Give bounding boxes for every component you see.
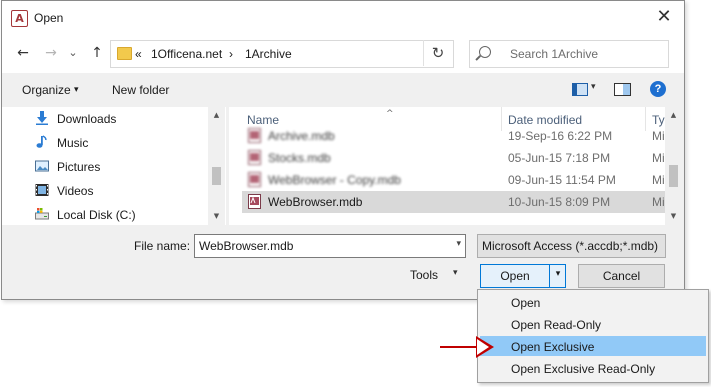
navigation-pane: Downloads Music Pictures Videos Local Di… [2, 107, 226, 225]
menu-item-label: Open Read-Only [511, 318, 602, 332]
menu-item-open-exclusive[interactable]: Open Exclusive [480, 336, 706, 356]
file-list: Name ^ Date modified Typ Archive.mdb 19-… [229, 107, 682, 225]
breadcrumb-item-1officena[interactable]: 1Officena.net [151, 47, 222, 61]
up-arrow-icon[interactable]: ↑ [88, 44, 106, 62]
scrollbar-thumb[interactable] [669, 165, 678, 187]
file-name-value: WebBrowser.mdb [199, 239, 294, 253]
file-name: WebBrowser.mdb [268, 195, 363, 209]
sidebar-item-label: Music [57, 136, 89, 150]
file-type-select[interactable]: Microsoft Access (*.accdb;*.mdb) [477, 234, 666, 258]
tools-button[interactable]: Tools [410, 268, 438, 282]
open-split-button[interactable]: Open ▾ [480, 264, 566, 288]
file-row[interactable]: Archive.mdb 19-Sep-16 6:22 PM Mi [242, 125, 666, 147]
command-toolbar: Organize ▾ New folder ▾ ? [2, 73, 684, 107]
scroll-up-icon[interactable]: ▲ [208, 109, 225, 121]
annotation-arrow-icon [476, 336, 494, 358]
download-icon [36, 111, 48, 125]
breadcrumb-overflow[interactable]: « [135, 47, 142, 61]
file-date: 09-Jun-15 11:54 PM [508, 173, 616, 187]
breadcrumb-separator: › [229, 47, 233, 61]
sidebar-item-label: Pictures [57, 160, 101, 174]
change-view-icon[interactable] [572, 83, 588, 96]
menu-item-label: Open Exclusive [511, 340, 595, 354]
scroll-down-icon[interactable]: ▼ [665, 210, 682, 222]
file-row[interactable]: Stocks.mdb 05-Jun-15 7:18 PM Mi [242, 147, 666, 169]
access-file-icon [248, 128, 261, 143]
sidebar-item-label: Downloads [57, 112, 117, 126]
scroll-up-icon[interactable]: ▲ [665, 109, 682, 121]
chevron-down-icon[interactable]: ▾ [456, 239, 461, 249]
open-button-label[interactable]: Open [481, 269, 549, 283]
search-input-placeholder[interactable]: Search 1Archive [510, 47, 598, 61]
menu-item-label: Open [511, 296, 541, 310]
folder-icon [117, 47, 132, 60]
preview-pane-icon[interactable] [614, 83, 631, 96]
file-date: 10-Jun-15 8:09 PM [508, 195, 611, 209]
drive-icon [35, 208, 49, 220]
cancel-button[interactable]: Cancel [578, 264, 665, 288]
menu-item-open-exclusive-read-only[interactable]: Open Exclusive Read-Only [480, 358, 706, 378]
organize-button[interactable]: Organize [22, 83, 71, 97]
open-options-chevron-icon[interactable]: ▾ [551, 269, 565, 279]
dialog-footer: File name: WebBrowser.mdb ▾ Microsoft Ac… [2, 225, 684, 299]
navigation-pane-scrollbar[interactable]: ▲ ▼ [208, 107, 225, 225]
new-folder-button[interactable]: New folder [112, 83, 169, 97]
videos-icon [35, 184, 49, 196]
forward-arrow-icon[interactable]: → [42, 44, 60, 62]
close-icon[interactable]: ✕ [652, 5, 676, 29]
file-name-label: File name: [134, 239, 191, 253]
access-file-icon [248, 150, 261, 165]
sidebar-item-label: Local Disk (C:) [57, 208, 136, 222]
open-dialog: A Open ✕ ← → ⌄ ↑ « 1Officena.net › 1Arch… [1, 0, 685, 300]
open-options-menu: Open Open Read-Only Open Exclusive Open … [477, 289, 709, 383]
search-icon [479, 46, 491, 58]
file-date: 05-Jun-15 7:18 PM [508, 151, 611, 165]
refresh-icon[interactable]: ↻ [423, 40, 452, 66]
address-bar[interactable]: « 1Officena.net › 1Archive [110, 40, 454, 68]
scrollbar-thumb[interactable] [212, 167, 221, 185]
file-name: Stocks.mdb [268, 151, 331, 165]
annotation-arrow-shaft [440, 346, 480, 348]
file-date: 19-Sep-16 6:22 PM [508, 129, 613, 143]
organize-chevron-icon[interactable]: ▾ [74, 84, 79, 95]
cancel-button-label: Cancel [602, 269, 641, 283]
access-app-icon: A [11, 10, 28, 27]
file-row[interactable]: WebBrowser - Copy.mdb 09-Jun-15 11:54 PM… [242, 169, 666, 191]
menu-item-label: Open Exclusive Read-Only [511, 362, 656, 376]
file-type-value: Microsoft Access (*.accdb;*.mdb) [482, 239, 659, 253]
menu-item-open-read-only[interactable]: Open Read-Only [480, 314, 706, 334]
recent-locations-chevron-icon[interactable]: ⌄ [64, 44, 82, 62]
sort-ascending-icon: ^ [386, 109, 394, 119]
search-box[interactable]: Search 1Archive [469, 40, 669, 68]
file-name: WebBrowser - Copy.mdb [268, 173, 401, 187]
music-icon [36, 135, 47, 148]
file-row-selected[interactable]: WebBrowser.mdb 10-Jun-15 8:09 PM Mi [242, 191, 666, 213]
access-file-icon [248, 172, 261, 187]
file-name: Archive.mdb [268, 129, 335, 143]
scroll-down-icon[interactable]: ▼ [208, 210, 225, 222]
title-bar: A Open ✕ [2, 1, 684, 35]
split-divider [549, 265, 550, 287]
access-file-icon [248, 194, 261, 209]
breadcrumb-item-1archive[interactable]: 1Archive [245, 47, 292, 61]
pictures-icon [35, 160, 49, 172]
file-name-field[interactable]: WebBrowser.mdb ▾ [194, 234, 466, 258]
back-arrow-icon[interactable]: ← [14, 44, 32, 62]
tools-chevron-icon[interactable]: ▾ [453, 268, 458, 278]
view-options-chevron-icon[interactable]: ▾ [591, 82, 596, 92]
navigation-bar: ← → ⌄ ↑ « 1Officena.net › 1Archive ↻ Sea… [2, 35, 684, 73]
file-list-scrollbar[interactable]: ▲ ▼ [665, 107, 682, 225]
window-title: Open [34, 11, 64, 25]
help-icon[interactable]: ? [650, 81, 666, 97]
sidebar-item-label: Videos [57, 184, 94, 198]
menu-item-open[interactable]: Open [480, 292, 706, 312]
